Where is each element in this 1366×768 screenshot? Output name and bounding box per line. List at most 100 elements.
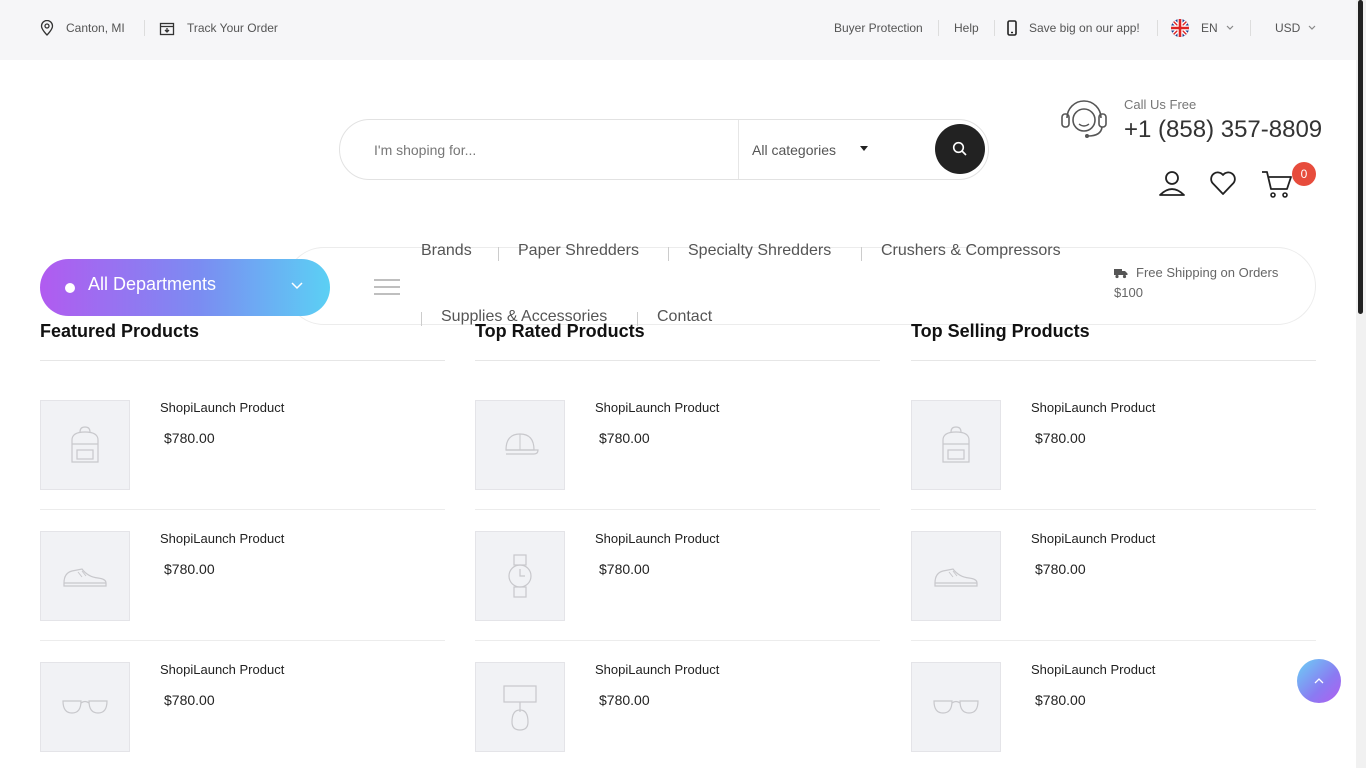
- product-name-link[interactable]: ShopiLaunch Product: [1031, 662, 1155, 677]
- divider: [911, 360, 1316, 361]
- menu-toggle[interactable]: [374, 278, 400, 301]
- product-thumbnail[interactable]: [475, 531, 565, 621]
- top-bar: Canton, MI Track Your Order Buyer Protec…: [0, 0, 1356, 60]
- currency-label: USD: [1275, 21, 1301, 35]
- category-select-label: All categories: [752, 141, 837, 158]
- language-selector[interactable]: EN: [1171, 0, 1246, 56]
- track-order-label: Track Your Order: [187, 21, 278, 35]
- divider: [40, 360, 445, 361]
- product-price: $780.00: [599, 430, 650, 446]
- dot-icon: [65, 283, 75, 293]
- cart-button[interactable]: [1260, 168, 1294, 200]
- product-price: $780.00: [599, 692, 650, 708]
- cap-icon: [505, 433, 539, 455]
- buyer-protection-link[interactable]: Buyer Protection: [834, 0, 923, 56]
- nav-link-crushers-compressors[interactable]: Crushers & Compressors: [881, 242, 1061, 260]
- product-name-link[interactable]: ShopiLaunch Product: [595, 662, 719, 677]
- product-thumbnail[interactable]: [911, 531, 1001, 621]
- product-name-link[interactable]: ShopiLaunch Product: [160, 531, 284, 546]
- section-title: Featured Products: [40, 321, 200, 341]
- product-name-link[interactable]: ShopiLaunch Product: [160, 400, 284, 415]
- sneaker-icon: [934, 568, 978, 587]
- caret-down-icon: [860, 146, 868, 151]
- search-button[interactable]: [935, 124, 985, 174]
- divider: [861, 247, 862, 261]
- backpack-icon: [71, 426, 99, 463]
- currency-selector[interactable]: USD: [1275, 0, 1328, 56]
- divider: [668, 247, 669, 261]
- divider: [144, 20, 145, 36]
- divider: [475, 640, 880, 641]
- section-title: Top Selling Products: [911, 321, 1090, 341]
- product-card[interactable]: ShopiLaunch Product $780.00: [475, 662, 880, 768]
- product-card[interactable]: ShopiLaunch Product $780.00: [40, 662, 445, 768]
- location-link[interactable]: Canton, MI: [40, 0, 125, 56]
- product-card[interactable]: ShopiLaunch Product $780.00: [911, 662, 1316, 768]
- product-thumbnail[interactable]: [40, 400, 130, 490]
- nav-link-paper-shredders[interactable]: Paper Shredders: [518, 242, 639, 260]
- product-card[interactable]: ShopiLaunch Product $780.00: [475, 531, 880, 641]
- product-card[interactable]: ShopiLaunch Product $780.00: [911, 400, 1316, 510]
- sneaker-icon: [63, 568, 107, 587]
- divider: [40, 640, 445, 641]
- cart-icon: [1262, 171, 1292, 198]
- product-thumbnail[interactable]: [475, 662, 565, 752]
- product-card[interactable]: ShopiLaunch Product $780.00: [911, 531, 1316, 641]
- all-departments-label: All Departments: [88, 274, 217, 294]
- product-thumbnail[interactable]: [911, 662, 1001, 752]
- nav-link-brands[interactable]: Brands: [421, 242, 472, 260]
- product-card[interactable]: ShopiLaunch Product $780.00: [40, 531, 445, 641]
- call-us-block: Call Us Free +1 (858) 357-8809: [1057, 94, 1322, 144]
- search-icon: [952, 141, 967, 156]
- truck-icon: [1114, 269, 1128, 279]
- product-price: $780.00: [164, 561, 215, 577]
- uk-flag-icon: [1171, 19, 1189, 37]
- product-thumbnail[interactable]: [40, 531, 130, 621]
- search-bar: All categories: [339, 119, 989, 180]
- track-order-link[interactable]: Track Your Order: [159, 0, 278, 56]
- phone-number-link[interactable]: +1 (858) 357-8809: [1124, 116, 1322, 144]
- divider: [475, 360, 880, 361]
- divider: [911, 640, 1316, 641]
- nav-link-contact[interactable]: Contact: [657, 308, 712, 326]
- free-shipping-text: Free Shipping on Orders $100: [1114, 265, 1279, 300]
- nav-link-specialty-shredders[interactable]: Specialty Shredders: [688, 242, 831, 260]
- divider: [738, 120, 739, 179]
- support-headset-icon: [1061, 100, 1107, 138]
- help-link[interactable]: Help: [954, 0, 979, 56]
- product-name-link[interactable]: ShopiLaunch Product: [1031, 400, 1155, 415]
- sunglasses-icon: [62, 700, 108, 714]
- product-name-link[interactable]: ShopiLaunch Product: [160, 662, 284, 677]
- product-thumbnail[interactable]: [40, 662, 130, 752]
- chevron-down-icon: [1308, 25, 1316, 30]
- divider: [1250, 20, 1251, 36]
- divider: [994, 20, 995, 36]
- account-button[interactable]: [1157, 168, 1187, 198]
- all-departments-button[interactable]: All Departments: [40, 259, 330, 316]
- product-name-link[interactable]: ShopiLaunch Product: [1031, 531, 1155, 546]
- watch-icon: [508, 554, 532, 598]
- chevron-down-icon: [291, 282, 303, 290]
- product-name-link[interactable]: ShopiLaunch Product: [595, 400, 719, 415]
- divider: [475, 509, 880, 510]
- back-to-top-button[interactable]: [1297, 659, 1341, 703]
- section-title: Top Rated Products: [475, 321, 645, 341]
- product-price: $780.00: [164, 430, 215, 446]
- user-icon: [1159, 171, 1185, 196]
- product-card[interactable]: ShopiLaunch Product $780.00: [475, 400, 880, 510]
- chevron-down-icon: [1226, 25, 1234, 30]
- search-input[interactable]: [374, 120, 734, 179]
- product-thumbnail[interactable]: [475, 400, 565, 490]
- free-shipping-notice: Free Shipping on Orders $100: [1114, 263, 1304, 303]
- category-select[interactable]: All categories: [752, 120, 872, 179]
- product-card[interactable]: ShopiLaunch Product $780.00: [40, 400, 445, 510]
- divider: [40, 509, 445, 510]
- app-promo-link[interactable]: Save big on our app!: [1007, 0, 1140, 56]
- chevron-up-icon: [1314, 678, 1324, 684]
- scrollbar-thumb[interactable]: [1358, 0, 1363, 314]
- product-thumbnail[interactable]: [911, 400, 1001, 490]
- wishlist-button[interactable]: [1208, 168, 1238, 198]
- divider: [498, 247, 499, 261]
- product-name-link[interactable]: ShopiLaunch Product: [595, 531, 719, 546]
- location-label: Canton, MI: [66, 21, 125, 35]
